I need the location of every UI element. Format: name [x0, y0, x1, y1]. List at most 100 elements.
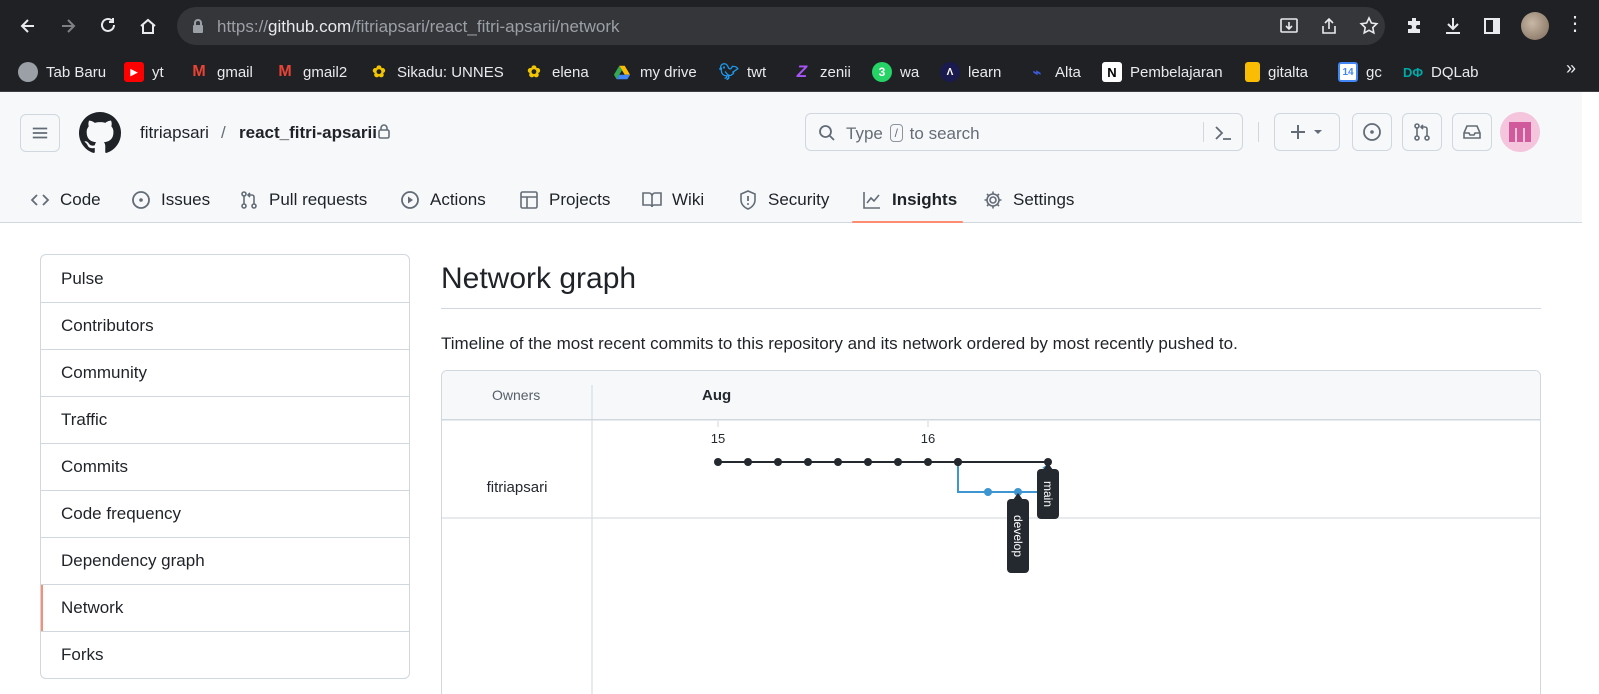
sidebar-item-dependency-graph[interactable]: Dependency graph	[41, 537, 409, 584]
private-lock-icon	[378, 124, 390, 139]
pull-requests-button[interactable]	[1402, 113, 1442, 151]
bookmark-pembelajaran[interactable]: N Pembelajaran	[1102, 61, 1223, 83]
issues-button[interactable]	[1352, 113, 1392, 151]
dqlab-icon: DΦ	[1402, 64, 1424, 80]
bookmark-yt[interactable]: ▶ yt	[124, 61, 164, 83]
reload-button[interactable]	[94, 12, 122, 40]
home-icon	[140, 18, 156, 34]
tab-security[interactable]: Security	[738, 177, 829, 223]
lock-icon	[193, 19, 203, 33]
main-commit	[954, 458, 962, 466]
browser-toolbar: https://github.com/fitriapsari/react_fit…	[0, 0, 1599, 52]
bookmark-tab-baru[interactable]: Tab Baru	[18, 61, 106, 83]
tab-insights[interactable]: Insights	[862, 177, 957, 223]
commit-layer: main develop	[714, 458, 1059, 573]
sidebar-item-community[interactable]: Community	[41, 349, 409, 396]
install-icon[interactable]	[1279, 16, 1299, 36]
sidebar-item-pulse[interactable]: Pulse	[41, 255, 409, 302]
back-button[interactable]	[14, 12, 42, 40]
side-panel-icon[interactable]	[1480, 14, 1504, 38]
zenius-icon: Z	[796, 62, 808, 81]
repo-owner-link[interactable]: fitriapsari	[140, 123, 209, 143]
bookmark-zenii[interactable]: Zzenii	[792, 61, 851, 83]
main-commit	[894, 458, 902, 466]
github-logo-icon[interactable]	[79, 112, 121, 154]
identicon-icon	[1509, 122, 1531, 142]
bookmark-wa[interactable]: 3 wa	[872, 61, 919, 83]
user-avatar[interactable]	[1500, 112, 1540, 152]
bookmark-my-drive[interactable]: my drive	[612, 61, 697, 83]
twitter-icon: 🐦︎	[718, 64, 740, 81]
owner-name: fitriapsari	[487, 479, 548, 496]
globe-icon	[18, 62, 38, 82]
calendar-icon: 14	[1338, 62, 1358, 82]
inbox-button[interactable]	[1452, 113, 1492, 151]
bookmark-gmail[interactable]: Mgmail	[189, 61, 253, 83]
create-new-button[interactable]	[1274, 113, 1340, 151]
bookmark-twt[interactable]: 🐦︎ twt	[719, 61, 766, 83]
bookmarks-bar: Tab Baru ▶ yt Mgmail Mgmail2 ✿ Sikadu: UNN…	[0, 52, 1599, 92]
arrow-right-icon	[62, 19, 76, 33]
extensions-icon[interactable]	[1402, 14, 1426, 38]
download-icon[interactable]	[1441, 14, 1465, 38]
inbox-icon	[1463, 125, 1481, 139]
day-label: 15	[711, 431, 725, 446]
url-text: https://github.com/fitriapsari/react_fit…	[217, 17, 620, 36]
search-divider	[1203, 122, 1204, 142]
main-commit	[744, 458, 752, 466]
book-icon	[642, 192, 662, 208]
browser-profile-avatar[interactable]	[1521, 12, 1549, 40]
star-icon[interactable]	[1359, 16, 1379, 36]
tab-pull-requests[interactable]: Pull requests	[239, 177, 367, 223]
command-palette-icon[interactable]	[1213, 123, 1233, 143]
tab-code[interactable]: Code	[30, 177, 101, 223]
forward-button[interactable]	[54, 12, 82, 40]
main-commit	[774, 458, 782, 466]
plus-dropdown-icon	[1291, 125, 1322, 139]
bookmark-gitalta[interactable]: gitalta	[1245, 61, 1308, 83]
play-icon	[401, 191, 419, 209]
browser-menu-icon[interactable]: ⋮	[1565, 14, 1585, 34]
search-icon	[819, 125, 835, 141]
tab-actions[interactable]: Actions	[400, 177, 486, 223]
develop-branch-line	[957, 462, 1049, 493]
keep-icon	[1245, 62, 1260, 82]
tab-projects[interactable]: Projects	[519, 177, 610, 223]
sidebar-item-network[interactable]: Network	[41, 584, 409, 631]
main-commit	[804, 458, 812, 466]
bookmark-sikadu[interactable]: ✿ Sikadu: UNNES	[369, 61, 503, 83]
alta-icon: ⌁	[1032, 63, 1042, 80]
sidebar-item-traffic[interactable]: Traffic	[41, 396, 409, 443]
bookmark-dqlab[interactable]: DΦ DQLab	[1403, 61, 1479, 83]
issue-icon	[132, 191, 150, 209]
page-title: Network graph	[441, 262, 637, 295]
menu-button[interactable]	[20, 114, 60, 152]
path-separator: /	[221, 123, 226, 142]
bookmark-elena[interactable]: ✿ elena	[524, 61, 588, 83]
search-placeholder: Type / to search	[846, 124, 980, 143]
sidebar-item-commits[interactable]: Commits	[41, 443, 409, 490]
main-branch-label: main	[1041, 481, 1055, 507]
bookmark-gc[interactable]: 14 gc	[1338, 61, 1382, 83]
tab-issues[interactable]: Issues	[131, 177, 210, 223]
main-commit	[924, 458, 932, 466]
repo-name-link[interactable]: react_fitri-apsarii	[239, 123, 377, 143]
reload-icon	[101, 17, 115, 32]
tab-wiki[interactable]: Wiki	[642, 177, 704, 223]
sidebar-item-code-frequency[interactable]: Code frequency	[41, 490, 409, 537]
network-graph[interactable]: Owners Aug fitriapsari 15 16 main develop	[441, 370, 1541, 694]
tab-settings[interactable]: Settings	[983, 177, 1074, 223]
sidebar-item-contributors[interactable]: Contributors	[41, 302, 409, 349]
sidebar-item-forks[interactable]: Forks	[41, 631, 409, 678]
share-icon[interactable]	[1319, 16, 1339, 36]
bookmarks-overflow-icon[interactable]: »	[1566, 58, 1576, 79]
bookmark-alta[interactable]: ⌁ Alta	[1027, 61, 1081, 83]
bookmark-learn[interactable]: Λlearn	[940, 61, 1001, 83]
search-input[interactable]: Type / to search	[805, 113, 1243, 151]
home-button[interactable]	[134, 12, 162, 40]
learn-icon: Λ	[940, 62, 960, 82]
bookmark-gmail2[interactable]: Mgmail2	[275, 61, 347, 83]
whatsapp-icon: 3	[872, 62, 892, 82]
address-bar[interactable]: https://github.com/fitriapsari/react_fit…	[177, 7, 1385, 45]
unnes-icon: ✿	[527, 64, 541, 81]
